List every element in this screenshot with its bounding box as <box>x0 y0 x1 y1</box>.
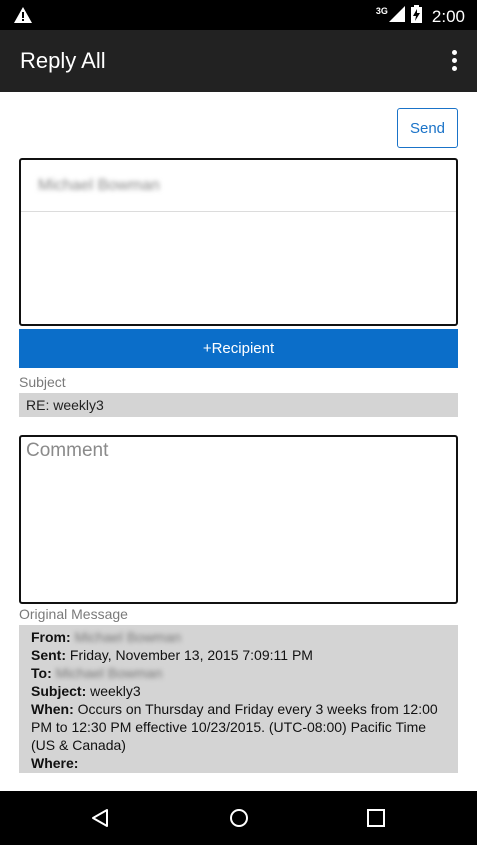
subject-field: RE: weekly3 <box>19 393 458 417</box>
home-icon[interactable] <box>209 791 269 845</box>
app-bar: Reply All <box>0 30 477 92</box>
orig-from-line: From: Michael Bowman <box>31 629 182 645</box>
clock: 2:00 <box>431 6 465 26</box>
send-button[interactable]: Send <box>397 108 458 148</box>
recipient-item[interactable]: Michael Bowman <box>21 160 456 212</box>
comment-input[interactable]: Comment <box>19 435 458 604</box>
orig-where-line: Where: <box>31 755 79 771</box>
orig-when-line: When: Occurs on Thursday and Friday ever… <box>31 701 438 753</box>
battery-icon <box>410 5 422 28</box>
compose-form: Send Michael Bowman +Recipient Subject R… <box>0 92 477 791</box>
orig-to-value: Michael Bowman <box>55 665 163 681</box>
orig-to-line: To: Michael Bowman <box>31 665 163 681</box>
network-type: 3G <box>375 5 388 16</box>
original-message-label: Original Message <box>19 606 128 622</box>
page-title: Reply All <box>20 48 106 73</box>
orig-subject-value: weekly3 <box>90 683 141 699</box>
orig-subject-line: Subject: weekly3 <box>31 683 141 699</box>
status-bar: 3G 2:00 <box>0 0 477 30</box>
add-recipient-button[interactable]: +Recipient <box>19 329 458 368</box>
original-message-body: From: Michael Bowman Sent: Friday, Novem… <box>19 625 458 773</box>
overflow-menu-icon[interactable] <box>447 50 461 72</box>
signal-icon <box>388 6 405 27</box>
recipient-name: Michael Bowman <box>38 176 160 194</box>
back-icon[interactable] <box>70 791 130 845</box>
recipient-list[interactable]: Michael Bowman <box>19 158 458 326</box>
orig-from-value: Michael Bowman <box>74 629 182 645</box>
orig-when-value: Occurs on Thursday and Friday every 3 we… <box>31 701 438 753</box>
orig-sent-line: Sent: Friday, November 13, 2015 7:09:11 … <box>31 647 313 663</box>
warning-icon <box>14 7 32 28</box>
orig-sent-value: Friday, November 13, 2015 7:09:11 PM <box>69 647 313 663</box>
system-nav-bar <box>0 791 477 845</box>
subject-label: Subject <box>19 374 66 390</box>
recents-icon[interactable] <box>346 791 406 845</box>
